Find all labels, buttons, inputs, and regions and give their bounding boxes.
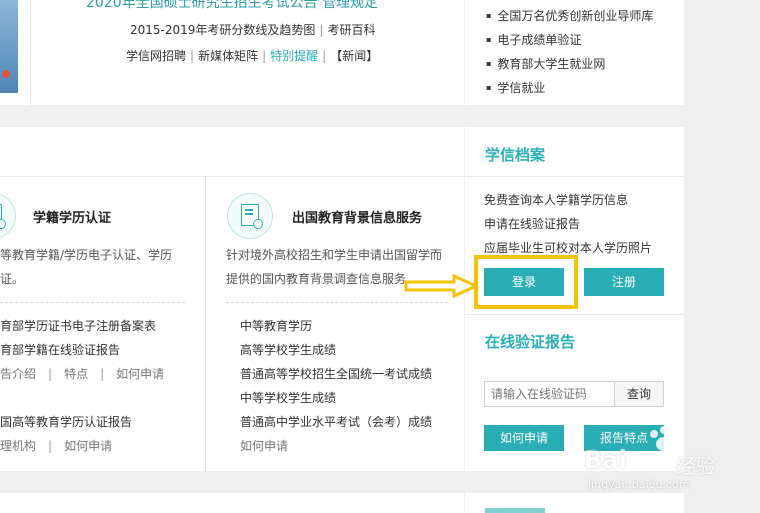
news-tag[interactable]: 【新闻】: [330, 49, 378, 63]
agency-link[interactable]: 理机构: [0, 439, 36, 453]
cert-sub-links-1: 告介绍 | 特点 | 如何申请: [0, 367, 165, 381]
watermark-brand: Bai: [584, 446, 627, 474]
bottom-title-fragment: [485, 508, 545, 513]
abroad-link-1[interactable]: 中等教育学历: [240, 317, 312, 334]
transcript-verify-link[interactable]: 电子成绩单验证: [486, 31, 581, 48]
abroad-link-2[interactable]: 高等学校学生成绩: [240, 341, 336, 358]
archive-title[interactable]: 学信档案: [485, 144, 545, 165]
abroad-apply-link[interactable]: 如何申请: [240, 437, 288, 454]
services-col-divider: [205, 177, 206, 471]
verify-title[interactable]: 在线验证报告: [485, 331, 575, 352]
login-highlight-box: [474, 255, 578, 309]
watermark-url: jingyan.baidu.com: [588, 478, 690, 491]
cert-title[interactable]: 学籍学历认证: [33, 207, 111, 226]
archive-item-2[interactable]: 申请在线验证报告: [484, 215, 580, 232]
banner-thumbnail[interactable]: [0, 0, 18, 93]
media-matrix-link[interactable]: 新媒体矩阵: [198, 49, 258, 63]
bottom-left-panel: [0, 493, 464, 513]
archive-item-3[interactable]: 应届毕业生可校对本人学历照片: [484, 239, 652, 256]
xuexin-jobs-link[interactable]: 学信就业: [486, 79, 545, 96]
watermark-sub: 经验: [676, 454, 716, 478]
kaoyan-wiki-link[interactable]: 考研百科: [327, 23, 375, 37]
news-headline[interactable]: 2020年全国硕士研究生招生考试公告 管理规定: [86, 0, 378, 12]
cert-desc-1: 等教育学籍/学历电子认证、学历: [0, 248, 173, 262]
abroad-dashed-divider: [226, 302, 448, 303]
register-button[interactable]: 注册: [584, 268, 664, 296]
mentor-library-link[interactable]: 全国万名优秀创新创业导师库: [486, 7, 653, 24]
archive-item-1[interactable]: 免费查询本人学籍学历信息: [484, 191, 628, 208]
top-divider: [30, 0, 31, 105]
scores-link[interactable]: 2015-2019年考研分数线及趋势图: [130, 23, 315, 37]
news-line-2: 学信网招聘 | 新媒体矩阵 | 特别提醒 | 【新闻】: [126, 49, 379, 63]
report-intro-link[interactable]: 告介绍: [0, 367, 36, 381]
archive-header-line: [465, 176, 684, 177]
abroad-link-4[interactable]: 中等学校学生成绩: [240, 389, 336, 406]
abroad-desc-2: 提供的国内教育背景调查信息服务。: [226, 272, 419, 286]
sidebar-section-divider: [465, 314, 684, 315]
news-line-1: 2015-2019年考研分数线及趋势图 | 考研百科: [130, 23, 376, 37]
recruit-link[interactable]: 学信网招聘: [126, 49, 186, 63]
employment-site-link[interactable]: 教育部大学生就业网: [486, 55, 605, 72]
verify-code-input[interactable]: [484, 381, 615, 407]
abroad-title[interactable]: 出国教育背景信息服务: [292, 207, 422, 226]
query-button[interactable]: 查询: [614, 381, 664, 407]
cert-apply-link-2[interactable]: 如何申请: [64, 439, 112, 453]
special-reminder-link[interactable]: 特别提醒: [270, 49, 318, 63]
cert-dashed-divider: [0, 302, 185, 303]
features-link[interactable]: 特点: [64, 367, 88, 381]
cert-report-link[interactable]: 国高等教育学历认证报告: [0, 413, 132, 430]
cert-sub-links-2: 理机构 | 如何申请: [0, 439, 113, 453]
cert-verify-link[interactable]: 育部学籍在线验证报告: [0, 341, 120, 358]
banner-dot: [2, 70, 10, 78]
abroad-link-5[interactable]: 普通高中学业水平考试（会考）成绩: [240, 413, 432, 430]
verify-apply-button[interactable]: 如何申请: [484, 425, 564, 451]
cert-record-link[interactable]: 育部学历证书电子注册备案表: [0, 317, 156, 334]
services-header-line: [0, 176, 464, 177]
document-icon: [227, 193, 273, 239]
arrow-right-icon: [404, 274, 478, 298]
cert-apply-link[interactable]: 如何申请: [116, 367, 164, 381]
abroad-link-3[interactable]: 普通高等学校招生全国统一考试成绩: [240, 365, 432, 382]
cert-desc-2: 证。: [0, 272, 25, 286]
abroad-desc-1: 针对境外高校招生和学生申请出国留学而: [226, 248, 443, 262]
